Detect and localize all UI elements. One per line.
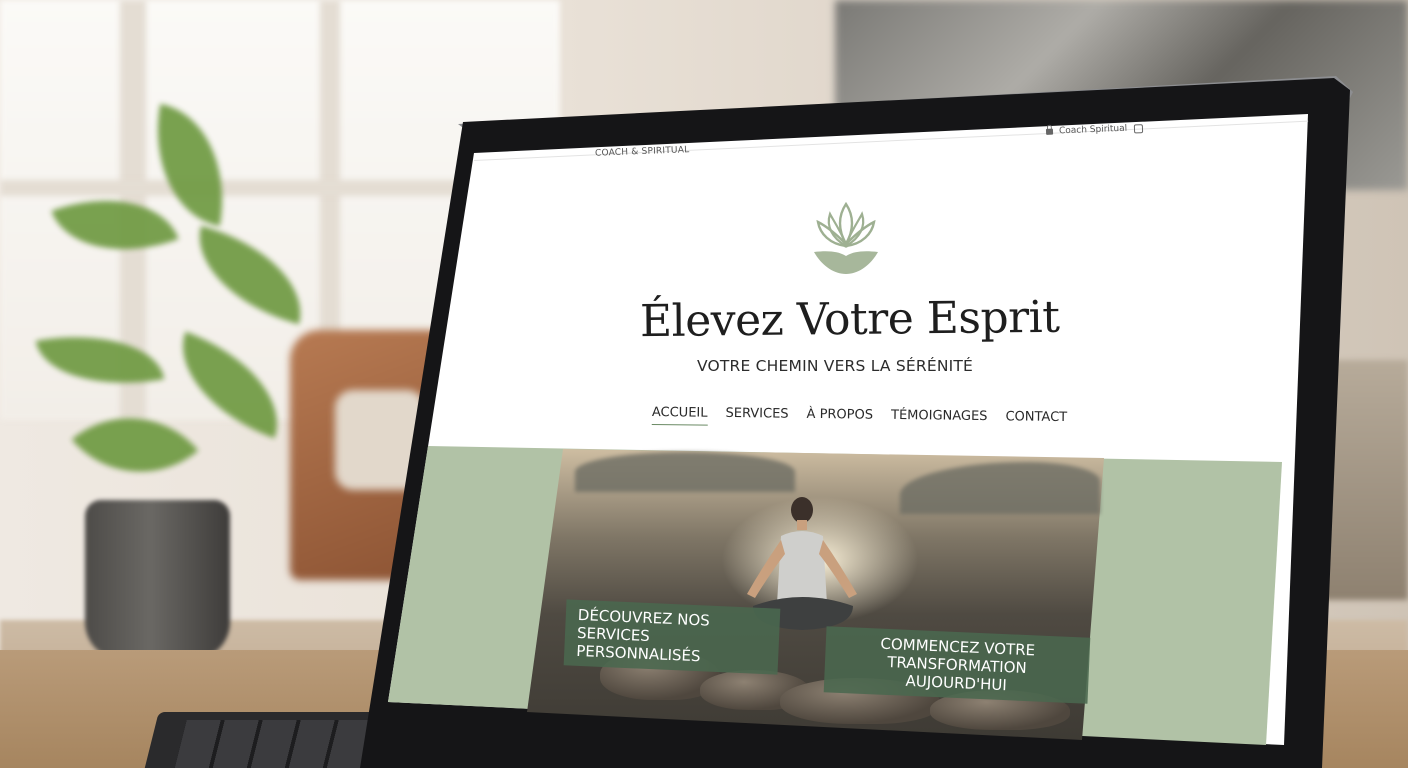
- hero-title: Élevez Votre Esprit: [639, 291, 1060, 348]
- lock-icon: [1045, 128, 1054, 135]
- plant-pot: [85, 500, 230, 660]
- hero-subtitle: VOTRE CHEMIN VERS LA SÉRÉNITÉ: [696, 357, 974, 375]
- cta-discover-services[interactable]: DÉCOUVREZ NOS SERVICES PERSONNALISÉS: [563, 599, 781, 675]
- nav-accueil[interactable]: ACCUEIL: [651, 405, 708, 426]
- nav-temoignages[interactable]: TÉMOIGNAGES: [891, 408, 988, 429]
- cta-start-transformation[interactable]: COMMENCEZ VOTRE TRANSFORMATION AUJOURD'H…: [823, 626, 1091, 704]
- lotus-icon: [814, 201, 878, 274]
- nav-services[interactable]: SERVICES: [725, 406, 788, 427]
- nav-a-propos[interactable]: À PROPOS: [806, 407, 873, 428]
- box-icon[interactable]: [1134, 123, 1144, 133]
- nav-contact[interactable]: CONTACT: [1005, 409, 1067, 430]
- mountain: [575, 452, 795, 492]
